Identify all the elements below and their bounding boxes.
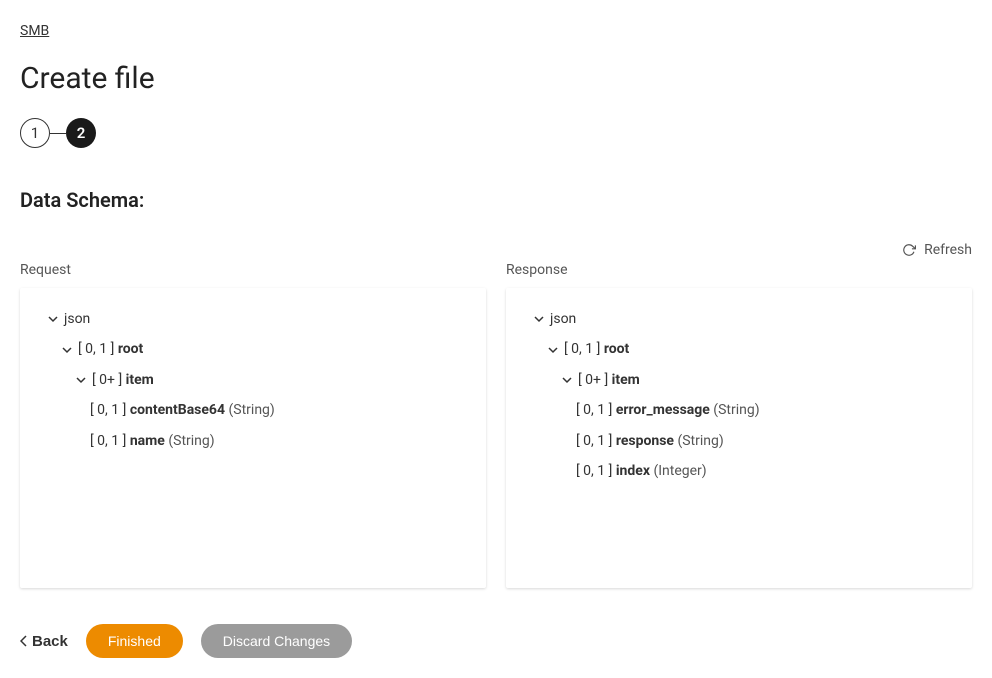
field-name: error_message: [616, 402, 710, 418]
tree-row[interactable]: [ 0+ ] item: [524, 369, 954, 391]
cardinality: [ 0, 1 ]: [90, 402, 126, 418]
finished-button[interactable]: Finished: [86, 624, 183, 658]
tree-json-label: json: [64, 308, 90, 330]
tree-row[interactable]: [ 0+ ] item: [38, 369, 468, 391]
tree-row[interactable]: [ 0, 1 ] contentBase64 (String): [38, 399, 468, 421]
chevron-left-icon: [20, 635, 28, 647]
refresh-label: Refresh: [924, 242, 972, 258]
cardinality: [ 0, 1 ]: [564, 341, 600, 357]
tree-row[interactable]: json: [38, 308, 468, 330]
step-indicator: 1 2: [20, 118, 972, 148]
field-type: (String): [713, 402, 759, 418]
field-name: contentBase64: [130, 402, 225, 418]
tree-row[interactable]: [ 0, 1 ] error_message (String): [524, 399, 954, 421]
field-name: root: [118, 341, 143, 357]
field-type: (String): [228, 402, 274, 418]
breadcrumb-smb[interactable]: SMB: [20, 23, 49, 39]
tree-row[interactable]: [ 0, 1 ] name (String): [38, 430, 468, 452]
page-title: Create file: [20, 61, 972, 96]
chevron-down-icon: [62, 345, 72, 355]
refresh-button[interactable]: Refresh: [20, 242, 972, 258]
tree-json-label: json: [550, 308, 576, 330]
cardinality: [ 0+ ]: [578, 372, 608, 388]
tree-row[interactable]: [ 0, 1 ] index (Integer): [524, 460, 954, 482]
field-name: item: [126, 372, 154, 388]
section-title: Data Schema:: [20, 188, 972, 212]
response-panel: json [ 0, 1 ] root [ 0+ ] item: [506, 288, 972, 588]
cardinality: [ 0, 1 ]: [78, 341, 114, 357]
field-type: (String): [677, 433, 723, 449]
cardinality: [ 0+ ]: [92, 372, 122, 388]
field-name: item: [612, 372, 640, 388]
request-panel: json [ 0, 1 ] root [ 0+ ] item: [20, 288, 486, 588]
request-label: Request: [20, 262, 486, 278]
chevron-down-icon: [534, 314, 544, 324]
tree-row[interactable]: [ 0, 1 ] root: [524, 338, 954, 360]
cardinality: [ 0, 1 ]: [576, 463, 612, 479]
step-line: [50, 133, 66, 134]
chevron-down-icon: [76, 375, 86, 385]
refresh-icon: [902, 243, 916, 257]
tree-row[interactable]: [ 0, 1 ] response (String): [524, 430, 954, 452]
step-1[interactable]: 1: [20, 118, 50, 148]
chevron-down-icon: [562, 375, 572, 385]
field-name: response: [616, 433, 674, 449]
discard-button[interactable]: Discard Changes: [201, 624, 352, 658]
field-type: (Integer): [653, 463, 706, 479]
field-name: name: [130, 433, 165, 449]
step-2[interactable]: 2: [66, 118, 96, 148]
field-name: root: [604, 341, 629, 357]
response-label: Response: [506, 262, 972, 278]
back-button[interactable]: Back: [20, 633, 68, 650]
chevron-down-icon: [548, 345, 558, 355]
field-type: (String): [168, 433, 214, 449]
cardinality: [ 0, 1 ]: [576, 433, 612, 449]
tree-row[interactable]: [ 0, 1 ] root: [38, 338, 468, 360]
chevron-down-icon: [48, 314, 58, 324]
back-label: Back: [32, 633, 68, 650]
cardinality: [ 0, 1 ]: [576, 402, 612, 418]
cardinality: [ 0, 1 ]: [90, 433, 126, 449]
tree-row[interactable]: json: [524, 308, 954, 330]
field-name: index: [616, 463, 650, 479]
